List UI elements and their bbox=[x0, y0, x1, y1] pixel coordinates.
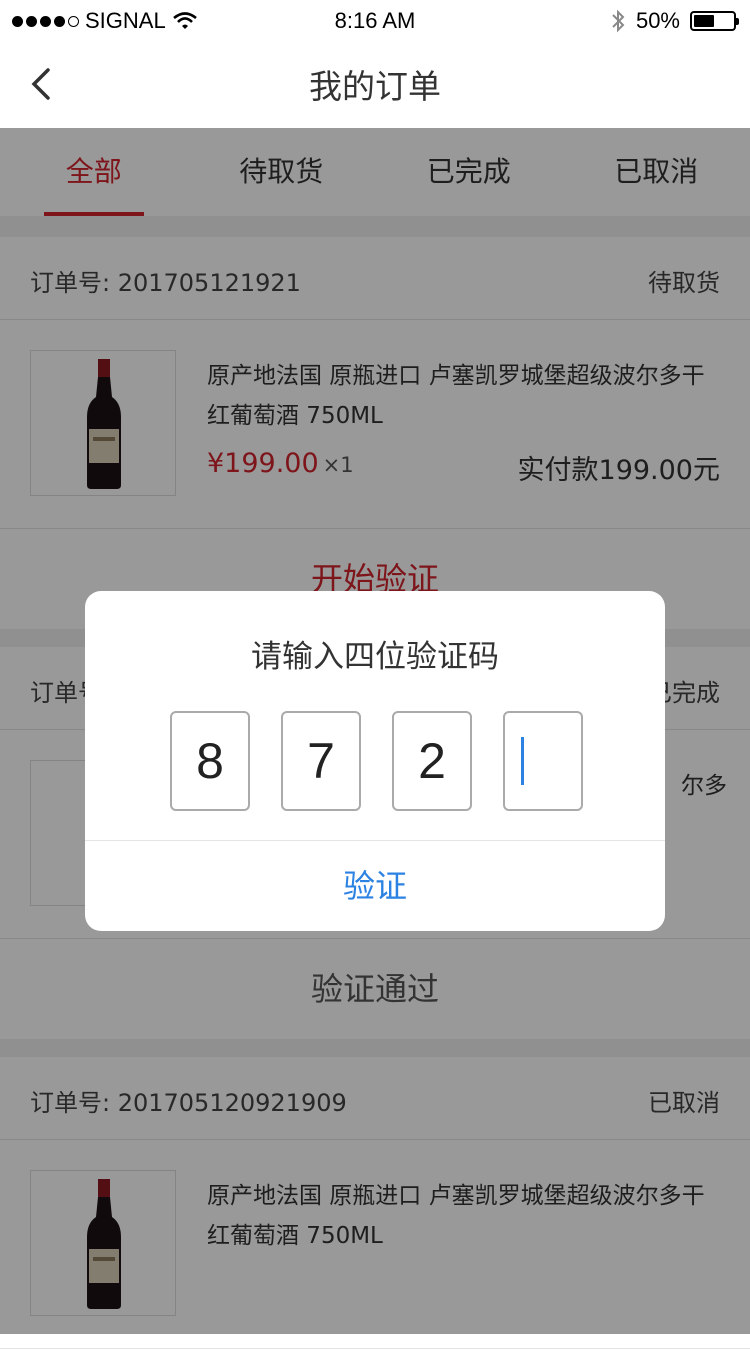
page-title: 我的订单 bbox=[0, 60, 750, 108]
text-caret bbox=[521, 737, 524, 785]
bluetooth-icon bbox=[610, 8, 626, 34]
code-digit-1[interactable]: 8 bbox=[170, 711, 250, 811]
code-digit-3[interactable]: 2 bbox=[392, 711, 472, 811]
verify-code-dialog: 请输入四位验证码 8 7 2 验证 bbox=[85, 591, 665, 931]
battery-percent: 50% bbox=[636, 8, 680, 34]
battery-icon bbox=[690, 11, 736, 31]
dialog-title: 请输入四位验证码 bbox=[85, 631, 665, 676]
code-digit-4[interactable] bbox=[503, 711, 583, 811]
verify-button[interactable]: 验证 bbox=[85, 841, 665, 931]
code-digit-2[interactable]: 7 bbox=[281, 711, 361, 811]
status-bar: SIGNAL 8:16 AM 50% bbox=[0, 0, 750, 40]
nav-bar: 我的订单 bbox=[0, 40, 750, 128]
code-inputs: 8 7 2 bbox=[170, 711, 583, 811]
status-right: 50% bbox=[610, 8, 736, 34]
